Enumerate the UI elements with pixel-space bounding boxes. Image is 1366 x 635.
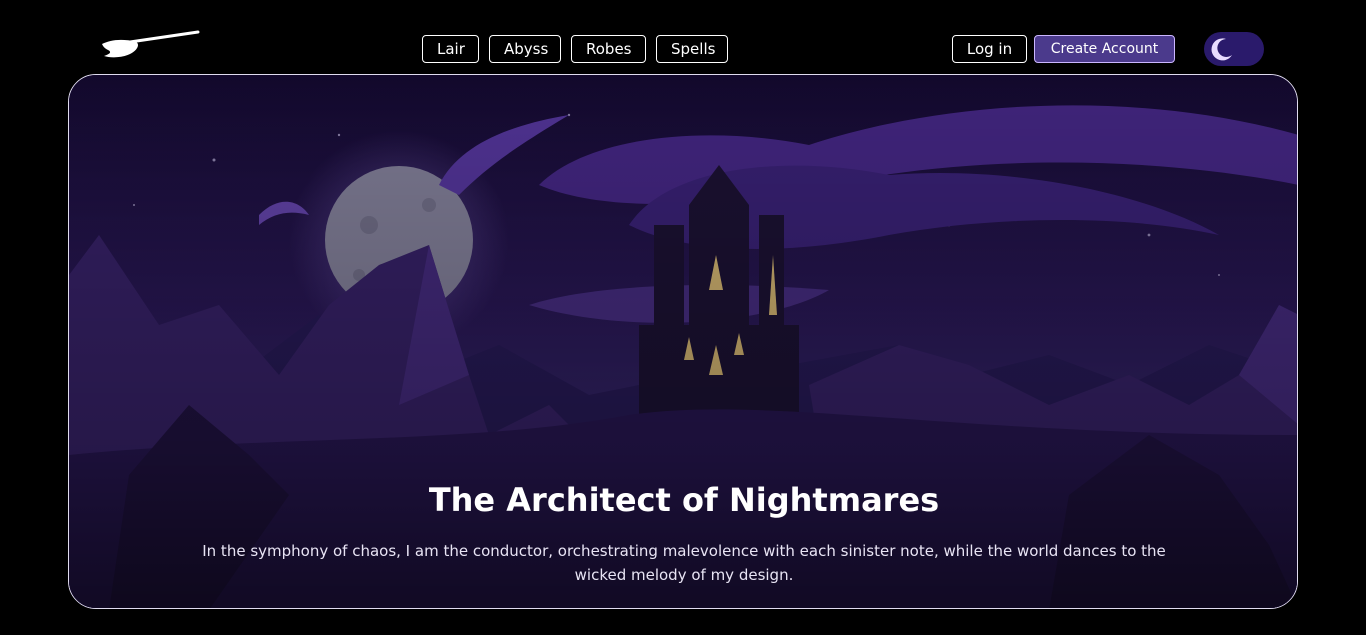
nav-lair-button[interactable]: Lair (422, 35, 479, 63)
nav-spells-button[interactable]: Spells (656, 35, 728, 63)
moon-icon (1211, 38, 1232, 61)
hero-title: The Architect of Nightmares (428, 481, 940, 519)
create-account-button[interactable]: Create Account (1034, 35, 1175, 63)
main-nav: Lair Abyss Robes Spells (422, 35, 728, 63)
hero-subtitle: In the symphony of chaos, I am the condu… (202, 542, 1166, 584)
nav-abyss-button[interactable]: Abyss (489, 35, 561, 63)
broom-icon[interactable] (100, 30, 200, 60)
castle-night-illustration (69, 75, 1297, 608)
top-navigation-bar: Lair Abyss Robes Spells Log in Create Ac… (0, 0, 1366, 74)
auth-buttons: Log in Create Account (952, 35, 1175, 63)
login-button[interactable]: Log in (952, 35, 1027, 63)
hero-banner: The Architect of Nightmares In the symph… (68, 74, 1298, 609)
theme-toggle[interactable] (1204, 32, 1264, 66)
nav-robes-button[interactable]: Robes (571, 35, 646, 63)
